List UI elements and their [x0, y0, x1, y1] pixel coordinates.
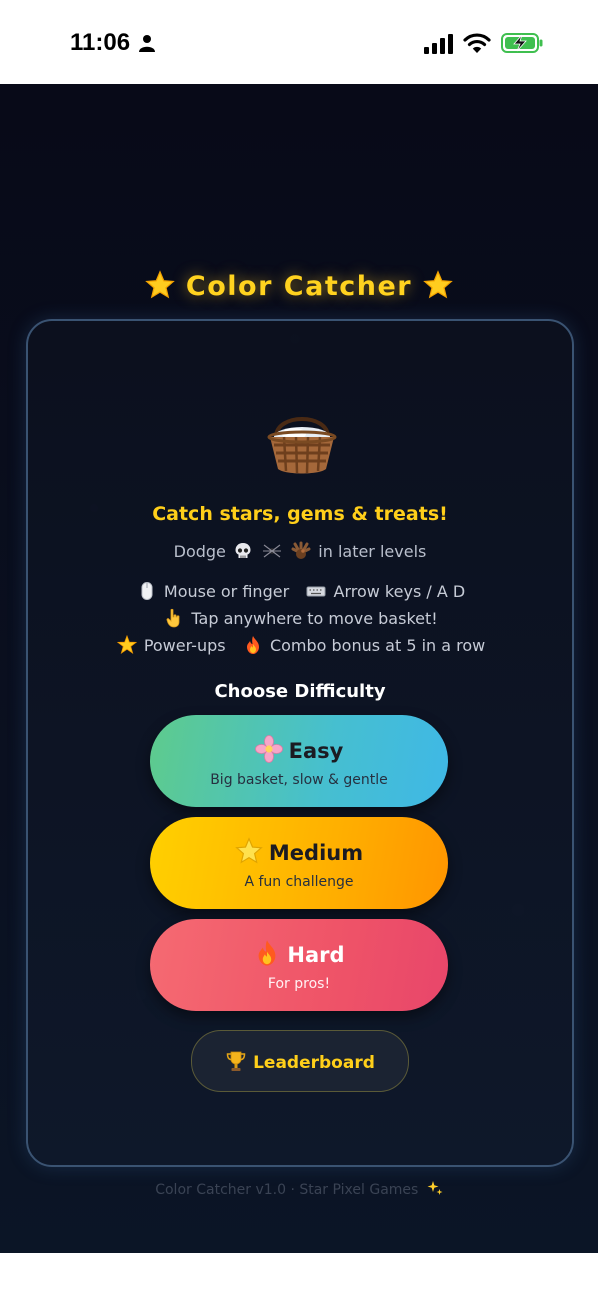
tagline: Catch stars, gems & treats! [152, 503, 448, 525]
easy-button[interactable]: Easy Big basket, slow & gentle [150, 715, 448, 807]
control-keys: Arrow keys / A D [333, 582, 466, 601]
control-mouse: Mouse or finger [163, 582, 290, 601]
tap-hint-line: Tap anywhere to move basket! [28, 608, 572, 628]
dodge-prefix: Dodge [173, 542, 226, 561]
fire-icon [259, 940, 276, 966]
choose-difficulty-label: Choose Difficulty [214, 681, 386, 702]
game-title-text: Color Catcher [185, 271, 413, 302]
control-tap: Tap anywhere to move basket! [191, 609, 438, 628]
control-combo: Combo bonus at 5 in a row [269, 636, 486, 655]
star-icon [423, 270, 453, 299]
game-title: Color Catcher [0, 270, 598, 302]
wifi-icon [463, 33, 491, 53]
leaderboard-button[interactable]: Leaderboard [191, 1030, 409, 1092]
hard-button[interactable]: Hard For pros! [150, 919, 448, 1011]
glowing-star-icon [116, 635, 137, 654]
spider-icon [263, 544, 282, 558]
battery-charging-icon [501, 33, 543, 53]
fire-icon [246, 636, 259, 654]
pointing-hand-icon [166, 608, 180, 628]
leaderboard-button-label: Leaderboard [192, 1050, 408, 1073]
dodge-suffix: in later levels [318, 542, 427, 561]
medium-button-title: Medium [150, 837, 448, 865]
controls-line: Mouse or finger Arrow keys / A D [28, 581, 572, 601]
turkey-icon [291, 541, 311, 559]
medium-button-label: Medium [268, 841, 364, 865]
status-bar: 11:06 [0, 0, 598, 84]
bottom-area [0, 1253, 598, 1300]
dodge-hint: Dodge in later levels [28, 541, 572, 561]
basket-icon [267, 417, 337, 474]
menu-panel: Catch stars, gems & treats! Dodge in lat… [26, 319, 574, 1167]
star-icon [145, 270, 175, 299]
medium-button[interactable]: Medium A fun challenge [150, 817, 448, 909]
signal-icon [424, 34, 453, 54]
hard-button-desc: For pros! [267, 976, 331, 992]
hard-button-title: Hard [150, 939, 448, 967]
hard-button-label: Hard [287, 943, 345, 967]
easy-button-desc: Big basket, slow & gentle [210, 772, 388, 788]
mouse-icon [141, 582, 153, 600]
powerups-line: Power-ups Combo bonus at 5 in a row [28, 635, 572, 655]
leaderboard-text: Leaderboard [253, 1053, 375, 1073]
footer-text: Color Catcher v1.0 · Star Pixel Games [155, 1182, 419, 1198]
star-icon [235, 837, 263, 864]
medium-button-desc: A fun challenge [244, 874, 354, 890]
control-powerups: Power-ups [143, 636, 226, 655]
easy-button-label: Easy [288, 739, 344, 763]
skull-icon [235, 543, 251, 558]
trophy-icon [226, 1051, 246, 1071]
person-icon [139, 35, 155, 52]
footer: Color Catcher v1.0 · Star Pixel Games [0, 1180, 598, 1198]
blossom-icon [254, 735, 283, 763]
status-time: 11:06 [70, 29, 131, 56]
keyboard-icon [306, 586, 326, 597]
sparkles-icon [427, 1181, 443, 1195]
easy-button-title: Easy [150, 735, 448, 763]
game-stage[interactable]: Color Catcher Catch stars, gems & treats… [0, 84, 598, 1253]
